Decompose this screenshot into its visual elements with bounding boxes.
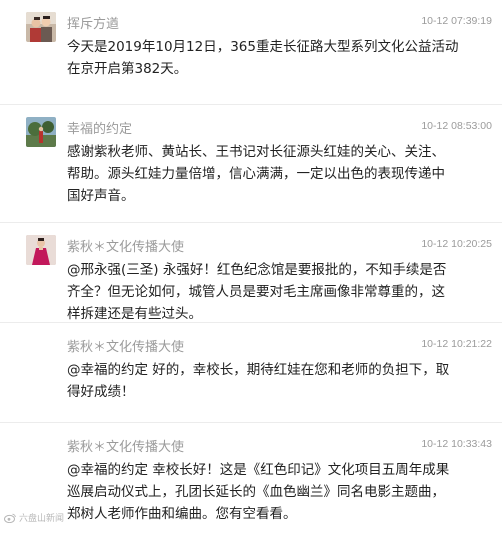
comment-list: 挥斥方遒 10-12 07:39:19 今天是2019年10月12日，365重走… [0,0,502,533]
comment-timestamp: 10-12 10:21:22 [421,338,492,350]
comment-text-line: 今天是2019年10月12日，365重走长征路大型系列文化公益活动 [67,39,459,55]
comment-item: 幸福的约定 10-12 08:53:00 感谢紫秋老师、黄站长、王书记对长征源头… [0,105,502,223]
comment-text-line: @幸福的约定 幸校长好！这是《红色印记》文化项目五周年成果 [67,462,450,478]
comment-text-line: 样拆建还是有些过头。 [67,306,202,322]
comment-text: 今天是2019年10月12日，365重走长征路大型系列文化公益活动 在京开启第3… [67,36,485,80]
avatar[interactable] [26,12,56,42]
comment-text-line: 感谢紫秋老师、黄站长、王书记对长征源头红娃的关心、关注、 [67,144,445,160]
comment-text-line: @邢永强(三圣) 永强好！红色纪念馆是要报批的，不知手续是否 [67,262,447,278]
comment-item: 紫秋＊文化传播大使 10-12 10:33:43 @幸福的约定 幸校长好！这是《… [0,423,502,533]
watermark: 六盘山新闻 [4,511,64,524]
comment-text-line: @幸福的约定 好的，幸校长，期待红娃在您和老师的负担下，取 [67,362,450,378]
comment-username[interactable]: 紫秋＊文化传播大使 [67,436,184,455]
comment-item: 紫秋＊文化传播大使 10-12 10:21:22 @幸福的约定 好的，幸校长，期… [0,323,502,423]
comment-text: @邢永强(三圣) 永强好！红色纪念馆是要报批的，不知手续是否 齐全？但无论如何，… [67,259,485,325]
comment-text-line: 得好成绩！ [67,384,135,400]
comment-timestamp: 10-12 10:20:25 [421,238,492,250]
comment-username[interactable]: 紫秋＊文化传播大使 [67,336,184,355]
comment-timestamp: 10-12 07:39:19 [421,15,492,27]
comment-username[interactable]: 紫秋＊文化传播大使 [67,236,184,255]
comment-text-line: 帮助。源头红娃力量倍增，信心满满，一定以出色的表现传递中 [67,166,445,182]
comment-timestamp: 10-12 10:33:43 [421,438,492,450]
comment-text-line: 国好声音。 [67,188,135,204]
comment-text-line: 巡展启动仪式上，孔团长延长的《血色幽兰》同名电影主题曲， [67,484,445,500]
comment-text-line: 郑树人老师作曲和编曲。您有空看看。 [67,506,297,522]
comment-text: @幸福的约定 好的，幸校长，期待红娃在您和老师的负担下，取 得好成绩！ [67,359,485,403]
weibo-logo-icon [4,513,16,523]
comment-text: @幸福的约定 幸校长好！这是《红色印记》文化项目五周年成果 巡展启动仪式上，孔团… [67,459,485,525]
comment-item: 紫秋＊文化传播大使 10-12 10:20:25 @邢永强(三圣) 永强好！红色… [0,223,502,323]
comment-text-line: 齐全？但无论如何，城管人员是要对毛主席画像非常尊重的，这 [67,284,445,300]
avatar[interactable] [26,235,56,265]
comment-username[interactable]: 挥斥方遒 [67,13,119,32]
comment-text: 感谢紫秋老师、黄站长、王书记对长征源头红娃的关心、关注、 帮助。源头红娃力量倍增… [67,141,485,207]
comment-text-line: 在京开启第382天。 [67,61,188,77]
comment-item: 挥斥方遒 10-12 07:39:19 今天是2019年10月12日，365重走… [0,0,502,105]
comment-username[interactable]: 幸福的约定 [67,118,132,137]
avatar[interactable] [26,117,56,147]
comment-timestamp: 10-12 08:53:00 [421,120,492,132]
watermark-text: 六盘山新闻 [19,514,65,524]
